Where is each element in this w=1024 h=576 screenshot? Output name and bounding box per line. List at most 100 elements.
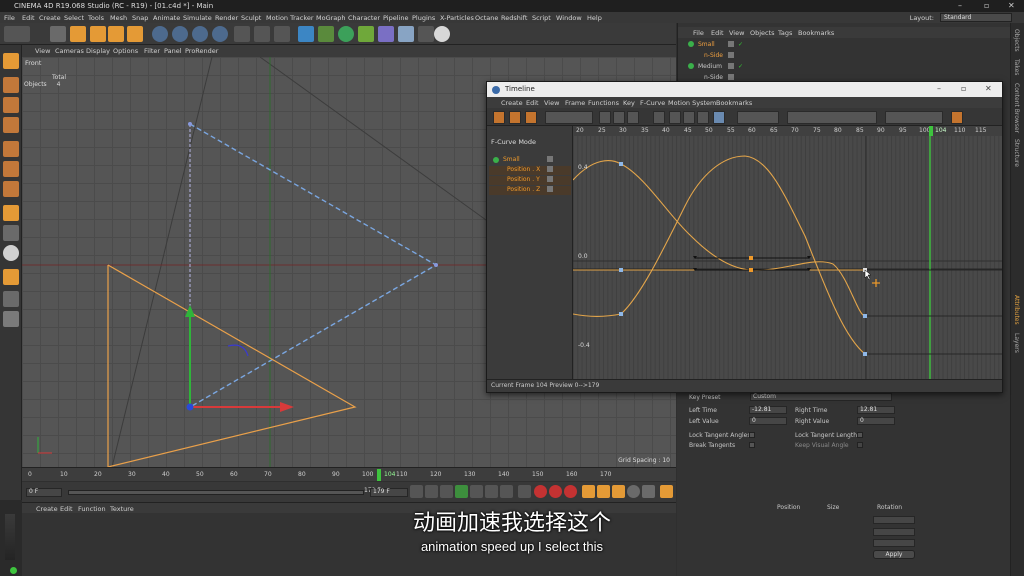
previous-frame-icon[interactable] (440, 485, 453, 498)
x-arrow-icon[interactable] (280, 402, 294, 412)
viewport-menu-item[interactable]: Panel (164, 47, 182, 55)
object-menu-item[interactable]: View (729, 29, 744, 37)
render-picture-viewer-icon[interactable] (254, 26, 270, 42)
ease-out-icon[interactable] (697, 111, 709, 124)
x-axis-icon[interactable] (152, 26, 168, 42)
key-parameter-icon[interactable] (627, 485, 640, 498)
timeline-layout-icon[interactable] (660, 485, 673, 498)
axis-mode-icon[interactable] (3, 205, 19, 221)
object-row-medium[interactable]: Medium ✓ (678, 62, 1011, 72)
menu-item[interactable]: Redshift (501, 14, 527, 22)
enabled-check-icon[interactable]: ✓ (738, 63, 743, 70)
key-pla-icon[interactable] (642, 485, 655, 498)
rotate-tool-icon[interactable] (108, 26, 124, 42)
menu-item[interactable]: Script (532, 14, 551, 22)
go-to-start-icon[interactable] (410, 485, 423, 498)
key-mode-icon[interactable] (493, 111, 505, 124)
y-arrow-icon[interactable] (185, 305, 195, 317)
menu-item[interactable]: Window (556, 14, 582, 22)
key-tools-icons[interactable] (787, 111, 877, 124)
keep-visual-angle-checkbox[interactable] (857, 442, 863, 448)
camera-icon[interactable] (418, 26, 434, 42)
menu-item[interactable]: Pipeline (383, 14, 408, 22)
spline-point[interactable] (434, 263, 438, 267)
render-settings-icon[interactable] (274, 26, 290, 42)
track-name[interactable]: Position . X (507, 166, 540, 173)
next-frame-icon[interactable] (470, 485, 483, 498)
array-icon[interactable] (358, 26, 374, 42)
key-scale-icon[interactable] (597, 485, 610, 498)
menu-item[interactable]: X-Particles (440, 14, 474, 22)
track-name[interactable]: Position . Z (507, 186, 540, 193)
track-visibility-icon[interactable] (547, 156, 553, 162)
track-position-z[interactable]: Position . Z (489, 186, 571, 195)
frame-ruler[interactable]: 0 10 20 30 40 50 60 70 80 90 100 110 120… (22, 467, 676, 481)
menu-item[interactable]: Octane (475, 14, 498, 22)
right-time-field[interactable]: 12.81 (857, 406, 895, 414)
viewport-menu-item[interactable]: Display (86, 47, 110, 55)
keyframe-point[interactable] (749, 256, 753, 260)
track-visibility-icon[interactable] (547, 176, 553, 182)
medium-triangle-spline[interactable] (107, 264, 357, 467)
keyframe-point[interactable] (749, 268, 753, 272)
move-tool-icon[interactable] (70, 26, 86, 42)
lock-workplane-icon[interactable] (3, 291, 19, 307)
track-name[interactable]: Position . Y (507, 176, 540, 183)
pen-icon[interactable] (318, 26, 334, 42)
left-value-field[interactable]: 0 (749, 417, 787, 425)
grid-icon[interactable] (3, 311, 19, 327)
timeline-menu-item[interactable]: Functions (588, 99, 619, 107)
position-x-curve[interactable] (573, 160, 866, 317)
tab-takes[interactable]: Takes (1013, 59, 1020, 75)
object-menu-item[interactable]: File (693, 29, 704, 37)
track-visibility-icon[interactable] (547, 186, 553, 192)
lock-icon[interactable] (599, 111, 611, 124)
timeline-menu-item[interactable]: Key (623, 99, 635, 107)
tab-content-browser[interactable]: Content Browser (1013, 83, 1020, 133)
workplane-icon[interactable] (3, 117, 19, 133)
edges-mode-icon[interactable] (3, 161, 19, 177)
keyframe-point[interactable] (863, 314, 867, 318)
light-icon[interactable] (434, 26, 450, 42)
menu-item[interactable]: File (4, 14, 15, 22)
viewport-menu-item[interactable]: Cameras (55, 47, 84, 55)
right-value-field[interactable]: 0 (857, 417, 895, 425)
fcurve-mode-icon[interactable] (509, 111, 521, 124)
menu-item[interactable]: MoGraph (316, 14, 346, 22)
snap-keys-icon[interactable] (627, 111, 639, 124)
tweak-mode-icon[interactable] (3, 225, 19, 241)
lock-tangent-lengths-checkbox[interactable] (857, 432, 863, 438)
texture-mode-icon[interactable] (3, 97, 19, 113)
object-name[interactable]: Small (698, 41, 715, 48)
track-position-y[interactable]: Position . Y (489, 176, 571, 185)
layout-dropdown[interactable]: Standard (940, 13, 1012, 22)
timeline-menu-item[interactable]: Create (501, 99, 523, 107)
scale-tool-icon[interactable] (90, 26, 106, 42)
points-mode-icon[interactable] (3, 141, 19, 157)
menu-item[interactable]: Render (215, 14, 238, 22)
viewport-menu-item[interactable]: ProRender (185, 47, 218, 55)
scale-keys-icon[interactable] (613, 111, 625, 124)
model-mode-icon[interactable] (3, 77, 19, 93)
linear-icon[interactable] (713, 111, 725, 124)
tab-objects[interactable]: Objects (1013, 29, 1020, 52)
record-keys-icon[interactable] (534, 485, 547, 498)
visibility-icon[interactable] (728, 74, 734, 80)
viewport-menu-item[interactable]: Options (113, 47, 138, 55)
maximize-icon[interactable]: ▫ (961, 84, 966, 93)
ease-icon[interactable] (669, 111, 681, 124)
object-row-small[interactable]: Small ✓ (678, 40, 1011, 50)
visibility-icon[interactable] (728, 41, 734, 47)
undo-icon[interactable] (4, 26, 30, 42)
menu-item[interactable]: Character (348, 14, 380, 22)
key-preset-dropdown[interactable]: Custom (750, 393, 892, 401)
keyframe-point[interactable] (619, 268, 623, 272)
keyframe-point[interactable] (619, 162, 623, 166)
viewport-menu-item[interactable]: View (35, 47, 50, 55)
tangent-icon[interactable] (653, 111, 665, 124)
loop-icon[interactable] (518, 485, 531, 498)
next-key-icon[interactable] (485, 485, 498, 498)
track-position-x[interactable]: Position . X (489, 166, 571, 175)
world-coordinates-icon[interactable] (212, 26, 228, 42)
y-axis-icon[interactable] (172, 26, 188, 42)
